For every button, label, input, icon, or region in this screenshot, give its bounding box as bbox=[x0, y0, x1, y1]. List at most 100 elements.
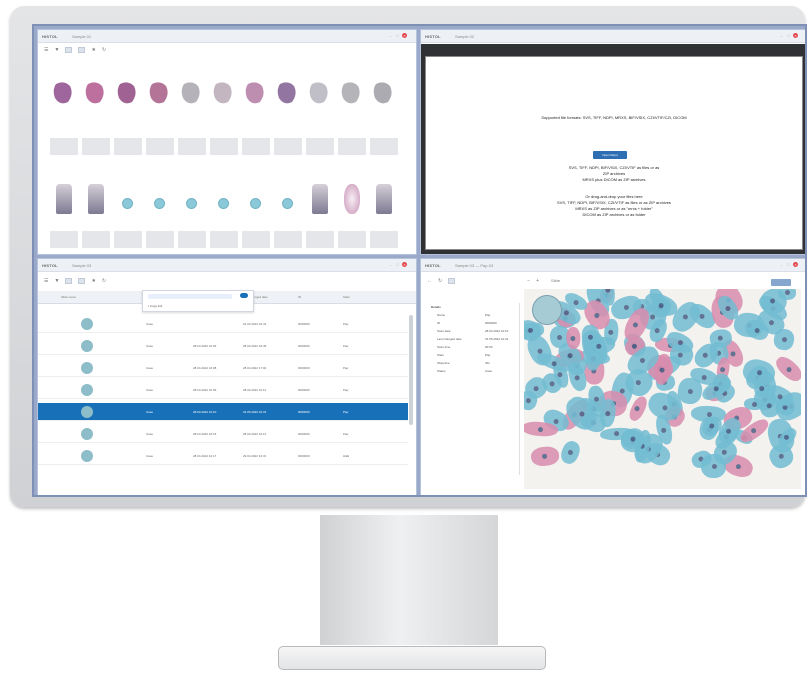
metadata-key: Stain bbox=[437, 353, 444, 357]
filter-icon[interactable]: ▼ bbox=[54, 278, 59, 284]
cell-nucleus bbox=[608, 330, 614, 336]
cell-nucleus bbox=[604, 411, 611, 417]
cell-nucleus bbox=[614, 430, 620, 437]
close-icon[interactable]: × bbox=[402, 33, 407, 38]
cell-nucleus bbox=[623, 303, 630, 310]
close-icon[interactable]: × bbox=[793, 262, 798, 267]
metadata-value: 40x bbox=[485, 361, 490, 365]
slide-thumbnail[interactable] bbox=[376, 184, 392, 214]
minimize-icon[interactable]: – bbox=[779, 262, 784, 267]
refresh-icon[interactable]: ↻ bbox=[438, 278, 442, 284]
upload-title-bar: HISTOL Sample 02 – □ × bbox=[421, 30, 805, 43]
cytology-spot[interactable] bbox=[154, 198, 165, 209]
row-type: Case bbox=[146, 366, 154, 370]
menu-copy-link[interactable]: ▪ Copy link bbox=[148, 304, 162, 308]
monitor-stand-base bbox=[278, 646, 546, 670]
slide-thumbnail[interactable] bbox=[274, 78, 302, 108]
toggle-icon[interactable] bbox=[240, 293, 248, 298]
table-row[interactable]: Case 28.04.2022 10:17 29.04.2022 10:31 0000… bbox=[38, 447, 408, 465]
slide-thumbnail[interactable] bbox=[312, 184, 328, 214]
cell-nucleus bbox=[566, 352, 574, 360]
metadata-field: Scan date 28.04.2022 10:10 bbox=[437, 329, 522, 334]
close-icon[interactable]: × bbox=[402, 262, 407, 267]
slide-thumbnail[interactable] bbox=[88, 184, 104, 214]
cytology-spot[interactable] bbox=[122, 198, 133, 209]
close-icon[interactable]: × bbox=[793, 33, 798, 38]
table-row[interactable]: Case 28.04.2022 10:10 31.05.2022 10:31 0000… bbox=[38, 403, 408, 421]
slide-thumbnail[interactable] bbox=[338, 78, 366, 108]
metadata-key: Last changed date bbox=[437, 337, 462, 341]
slide-thumbnail[interactable] bbox=[210, 78, 238, 108]
cell bbox=[701, 454, 727, 479]
column-id[interactable]: ID bbox=[298, 295, 301, 299]
cytology-spot[interactable] bbox=[218, 198, 229, 209]
maximize-icon[interactable]: □ bbox=[395, 33, 400, 38]
table-scrollbar[interactable] bbox=[409, 315, 413, 425]
table-row[interactable]: Case 28.04.2022 10:15 28.04.2022 10:11 0000… bbox=[38, 425, 408, 443]
tile-view-icon[interactable] bbox=[78, 278, 86, 284]
context-menu[interactable]: ▪ Copy link bbox=[142, 290, 254, 312]
pane-title: Sample 01 bbox=[72, 34, 92, 39]
slide-thumbnail[interactable] bbox=[82, 78, 110, 108]
row-stain: H&E bbox=[343, 454, 350, 458]
link-preview-field[interactable] bbox=[148, 294, 232, 299]
upload-dialog[interactable]: Supported file formats: SVS, TIFF, NDPI,… bbox=[425, 56, 803, 250]
filter-icon[interactable]: ▼ bbox=[54, 47, 59, 53]
window-controls[interactable]: – □ × bbox=[777, 33, 803, 40]
pathology-image[interactable] bbox=[524, 289, 801, 489]
table-row[interactable]: Case 01.04.2022 10:41 0000000 Pap bbox=[38, 315, 408, 333]
minimize-icon[interactable]: – bbox=[388, 33, 393, 38]
cell-nucleus bbox=[725, 427, 733, 435]
table-row[interactable]: Case 28.04.2022 10:03 28.04.2022 10:49 0000… bbox=[38, 337, 408, 355]
cell-nucleus bbox=[654, 327, 661, 335]
slide-thumbnail[interactable] bbox=[114, 78, 142, 108]
metadata-field: Status Case bbox=[437, 369, 522, 374]
star-icon[interactable]: ★ bbox=[91, 278, 95, 284]
zoom-in-icon[interactable]: + bbox=[536, 278, 539, 284]
list-icon[interactable]: ☰ bbox=[44, 47, 48, 53]
slide-label bbox=[114, 231, 142, 248]
table-row[interactable]: Case 28.04.2022 10:09 28.04.2022 10:11 0000… bbox=[38, 381, 408, 399]
cytology-spot[interactable] bbox=[282, 198, 293, 209]
grid-view-icon[interactable] bbox=[65, 278, 73, 284]
row-type: Case bbox=[146, 344, 154, 348]
slide-thumbnail[interactable] bbox=[344, 184, 360, 214]
back-icon[interactable]: ← bbox=[427, 278, 432, 284]
maximize-icon[interactable]: □ bbox=[786, 262, 791, 267]
layout-icon[interactable] bbox=[448, 278, 456, 284]
maximize-icon[interactable]: □ bbox=[786, 33, 791, 38]
window-controls[interactable]: – □ × bbox=[386, 262, 412, 269]
metadata-value: 31.05.2022 10:31 bbox=[485, 337, 509, 341]
slide-thumbnail[interactable] bbox=[50, 78, 78, 108]
slide-thumbnail[interactable] bbox=[306, 78, 334, 108]
refresh-icon[interactable]: ↻ bbox=[102, 278, 106, 284]
refresh-icon[interactable]: ↻ bbox=[102, 47, 106, 53]
maximize-icon[interactable]: □ bbox=[395, 262, 400, 267]
list-icon[interactable]: ☰ bbox=[44, 278, 48, 284]
column-slide-name[interactable]: Slide name bbox=[61, 295, 76, 299]
window-controls[interactable]: – □ × bbox=[777, 262, 803, 269]
slide-thumbnail[interactable] bbox=[370, 78, 398, 108]
table-row[interactable]: Case 28.04.2022 10:08 28.04.2022 17:02 0000… bbox=[38, 359, 408, 377]
tile-view-icon[interactable] bbox=[78, 47, 86, 53]
minimize-icon[interactable]: – bbox=[388, 262, 393, 267]
column-stain[interactable]: Stain bbox=[343, 295, 350, 299]
cytology-spot[interactable] bbox=[250, 198, 261, 209]
cell-nucleus bbox=[541, 453, 548, 460]
row-id: 0000000 bbox=[298, 366, 310, 370]
cell-nucleus bbox=[766, 402, 772, 408]
upload-rule-3: MRXS plus DICOM as ZIP archives bbox=[582, 177, 646, 182]
star-icon[interactable]: ★ bbox=[91, 47, 95, 53]
zoom-out-icon[interactable]: − bbox=[527, 278, 530, 284]
slide-thumbnail[interactable] bbox=[178, 78, 206, 108]
window-controls[interactable]: – □ × bbox=[386, 33, 412, 40]
slide-tab[interactable]: Slide bbox=[551, 278, 560, 283]
slide-thumbnail[interactable] bbox=[146, 78, 174, 108]
slide-thumbnail[interactable] bbox=[56, 184, 72, 214]
cytology-spot[interactable] bbox=[186, 198, 197, 209]
open-files-button[interactable]: Open file(s) bbox=[593, 151, 627, 159]
slide-thumbnail[interactable] bbox=[242, 78, 270, 108]
view-action-button[interactable] bbox=[771, 279, 791, 286]
grid-view-icon[interactable] bbox=[65, 47, 73, 53]
minimize-icon[interactable]: – bbox=[779, 33, 784, 38]
